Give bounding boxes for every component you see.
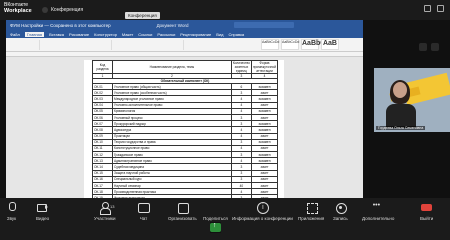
styles-gallery: AaBbCcDd AaBbCcDd AaBbC AaB <box>261 39 339 50</box>
video-panel: Гордеева Ольга Семеновна <box>369 40 450 218</box>
sq-icon <box>177 202 189 214</box>
ppl-icon <box>99 202 112 215</box>
word-search-box[interactable] <box>234 22 295 28</box>
table-header-row: Код раздела Наименование раздела, темы К… <box>92 60 279 74</box>
toolbar-label: Видео <box>36 216 50 221</box>
document-page: Код раздела Наименование раздела, темы К… <box>84 60 284 198</box>
word-tab[interactable]: Вид <box>216 32 223 37</box>
panel-options-icon[interactable] <box>431 43 439 51</box>
participant-count-badge: 13 <box>110 204 115 209</box>
toolbar-label: Приложения <box>298 216 325 221</box>
style-preset[interactable]: AaB <box>321 39 339 50</box>
toolbar-cam-button[interactable]: Видео <box>36 202 49 221</box>
participant-avatar <box>386 80 416 128</box>
word-doc-title: Документ Word <box>156 22 189 28</box>
word-tab[interactable]: Рассылки <box>157 32 175 37</box>
style-preset[interactable]: AaBbCcDd <box>261 39 279 50</box>
font-group[interactable] <box>42 40 112 50</box>
toolbar-grid-button[interactable]: Приложения <box>298 202 324 221</box>
grid-icon <box>306 202 318 214</box>
more-icon <box>373 202 384 213</box>
app-logo: ВКонтакте Workplace <box>4 2 32 14</box>
word-tab[interactable]: Файл <box>10 32 20 37</box>
word-titlebar: ФУМ Настройки — Сохранено в этот компьют… <box>6 20 363 30</box>
conference-icon <box>42 6 48 13</box>
participant-name: Гордеева Ольга Семеновна <box>376 126 426 130</box>
word-tab[interactable]: Справка <box>228 32 244 37</box>
share-icon <box>209 222 221 233</box>
tooltip: Конференция <box>125 12 160 19</box>
style-preset[interactable]: AaBbC <box>301 39 325 50</box>
word-tabs: Файл Главная Вставка Рисование Конструктор Ма… <box>6 30 363 38</box>
rec-icon <box>335 202 347 214</box>
participant-video-tile[interactable]: Гордеева Ольга Семеновна <box>374 68 450 132</box>
ruler <box>6 52 363 57</box>
word-tab[interactable]: Конструктор <box>94 32 117 37</box>
toolbar-label: Дополнительно <box>362 216 395 221</box>
header-assessment: Форма промежуточной аттестации <box>250 60 279 74</box>
word-tab[interactable]: Главная <box>24 31 45 37</box>
toolbar-share-button[interactable]: Поделиться <box>203 202 228 233</box>
toolbar-label: Участники <box>94 216 116 221</box>
toolbar-info-button[interactable]: Информация о конференции <box>232 202 293 221</box>
word-tab[interactable]: Ссылки <box>138 32 152 37</box>
toolbar-label: Поделиться <box>203 216 228 221</box>
toolbar-rec-button[interactable]: Запись <box>333 202 348 221</box>
info-icon <box>256 202 269 214</box>
word-ribbon: AaBbCcDd AaBbCcDd AaBbC AaB <box>6 38 363 52</box>
word-title-left: ФУМ Настройки — Сохранено в этот компьют… <box>10 22 111 28</box>
layout-icon[interactable] <box>424 5 431 12</box>
toolbar-label: Выйти <box>420 216 434 221</box>
toolbar-label: Информация о конференции <box>232 216 293 221</box>
conference-chip-label: Конференция <box>51 6 84 13</box>
toolbar-label: Чат <box>139 216 148 221</box>
header-name: Наименование раздела, темы <box>112 60 232 74</box>
end-icon <box>421 202 433 213</box>
fullscreen-icon[interactable] <box>437 5 444 12</box>
header-code: Код раздела <box>92 60 113 74</box>
toolbar-label: Запись <box>333 216 348 221</box>
header-credits: Количество зачетных единиц <box>230 60 252 74</box>
mic-icon <box>6 202 17 213</box>
style-preset[interactable]: AaBbCcDd <box>281 39 299 50</box>
cam-icon <box>37 202 49 213</box>
clipboard-group[interactable] <box>10 40 40 50</box>
toolbar-ppl-button[interactable]: Участники 13 <box>94 202 116 221</box>
toolbar-label: Организовать <box>168 216 197 221</box>
word-tab[interactable]: Рисование <box>69 32 89 37</box>
word-window: ФУМ Настройки — Сохранено в этот компьют… <box>6 20 363 198</box>
conference-toolbar: Звук Видео Участники 13 Чат Организовать Подел… <box>0 198 450 240</box>
toolbar-mic-button[interactable]: Звук <box>6 202 17 221</box>
conference-topbar: ВКонтакте Workplace Конференция Конферен… <box>0 0 450 20</box>
paragraph-group[interactable] <box>114 40 184 50</box>
chat-icon <box>138 202 150 213</box>
toolbar-label: Звук <box>6 216 17 221</box>
toolbar-end-button[interactable]: Выйти <box>420 202 433 221</box>
screen-share-area: ФУМ Настройки — Сохранено в этот компьют… <box>0 20 450 218</box>
toolbar-more-button[interactable]: Дополнительно <box>362 202 394 221</box>
window-controls <box>424 5 444 12</box>
toolbar-chat-button[interactable]: Чат <box>138 202 150 221</box>
conference-chip[interactable]: Конференция <box>42 5 83 14</box>
camera-toggle-icon[interactable] <box>419 43 427 51</box>
word-tab[interactable]: Макет <box>122 32 133 37</box>
curriculum-table: Код раздела Наименование раздела, темы К… <box>92 60 279 198</box>
toolbar-sq-button[interactable]: Организовать <box>168 202 197 221</box>
word-tab[interactable]: Вставка <box>49 32 64 37</box>
brand-line-2: Workplace <box>4 8 32 14</box>
word-tab[interactable]: Рецензирование <box>180 32 211 37</box>
